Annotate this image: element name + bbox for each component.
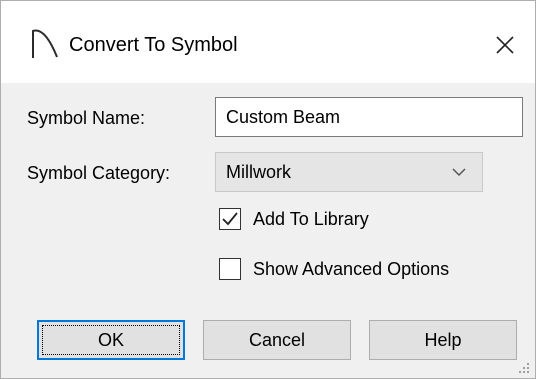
checkmark-icon	[222, 212, 238, 226]
cancel-button[interactable]: Cancel	[203, 320, 351, 360]
symbol-category-label: Symbol Category:	[27, 163, 171, 183]
symbol-category-select[interactable]: Millwork	[215, 152, 483, 192]
help-label: Help	[424, 330, 462, 350]
ok-button[interactable]: OK	[37, 320, 185, 360]
ok-label: OK	[97, 330, 124, 350]
convert-to-symbol-dialog: Convert To Symbol Symbol Name: Custom Be…	[0, 0, 536, 379]
symbol-category-value: Millwork	[226, 162, 291, 182]
chevron-down-icon	[452, 168, 466, 177]
symbol-name-label: Symbol Name:	[27, 108, 146, 128]
show-advanced-options-label[interactable]: Show Advanced Options	[253, 258, 449, 280]
symbol-name-input[interactable]: Custom Beam	[215, 97, 523, 137]
help-button[interactable]: Help	[369, 320, 517, 360]
cancel-label: Cancel	[248, 330, 306, 350]
add-to-library-label[interactable]: Add To Library	[253, 208, 369, 230]
close-icon	[496, 36, 514, 54]
resize-grip-icon[interactable]	[515, 361, 531, 375]
arc-icon	[32, 29, 58, 58]
dialog-title: Convert To Symbol	[69, 34, 238, 56]
close-button[interactable]	[489, 29, 521, 61]
title-bar: Convert To Symbol	[1, 1, 535, 83]
show-advanced-options-checkbox[interactable]	[219, 258, 241, 280]
add-to-library-checkbox[interactable]	[219, 208, 241, 230]
